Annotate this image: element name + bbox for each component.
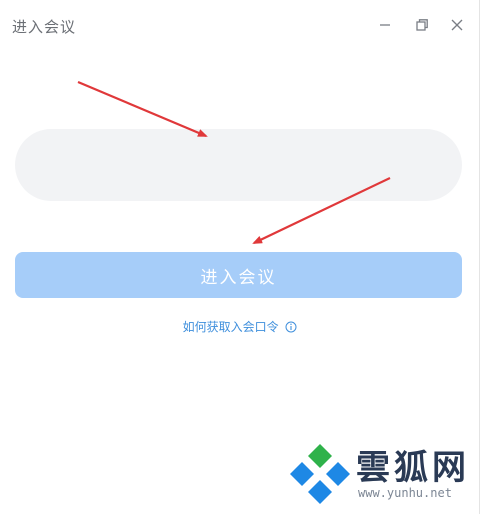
restore-button[interactable]	[411, 14, 433, 36]
close-icon	[451, 19, 463, 31]
close-button[interactable]	[446, 14, 468, 36]
meeting-code-input[interactable]	[15, 129, 462, 201]
minimize-icon	[380, 24, 390, 26]
help-link-label: 如何获取入会口令	[182, 320, 279, 334]
watermark-brand: 雲狐网	[356, 448, 470, 488]
minimize-button[interactable]	[374, 14, 396, 36]
join-meeting-window: 进入会议 进入会议 如何获取入会口令 雲狐网 www.yunhu.net	[0, 0, 480, 514]
title-bar: 进入会议	[0, 0, 480, 52]
join-meeting-button[interactable]: 进入会议	[15, 252, 462, 298]
annotation-arrow-input	[77, 80, 208, 138]
site-watermark: 雲狐网 www.yunhu.net	[288, 440, 478, 510]
info-icon	[285, 321, 297, 333]
watermark-url: www.yunhu.net	[358, 486, 452, 500]
get-meeting-code-help-link[interactable]: 如何获取入会口令	[0, 318, 480, 335]
watermark-logo-icon	[290, 444, 350, 504]
restore-icon	[416, 19, 428, 31]
window-title: 进入会议	[12, 18, 77, 36]
